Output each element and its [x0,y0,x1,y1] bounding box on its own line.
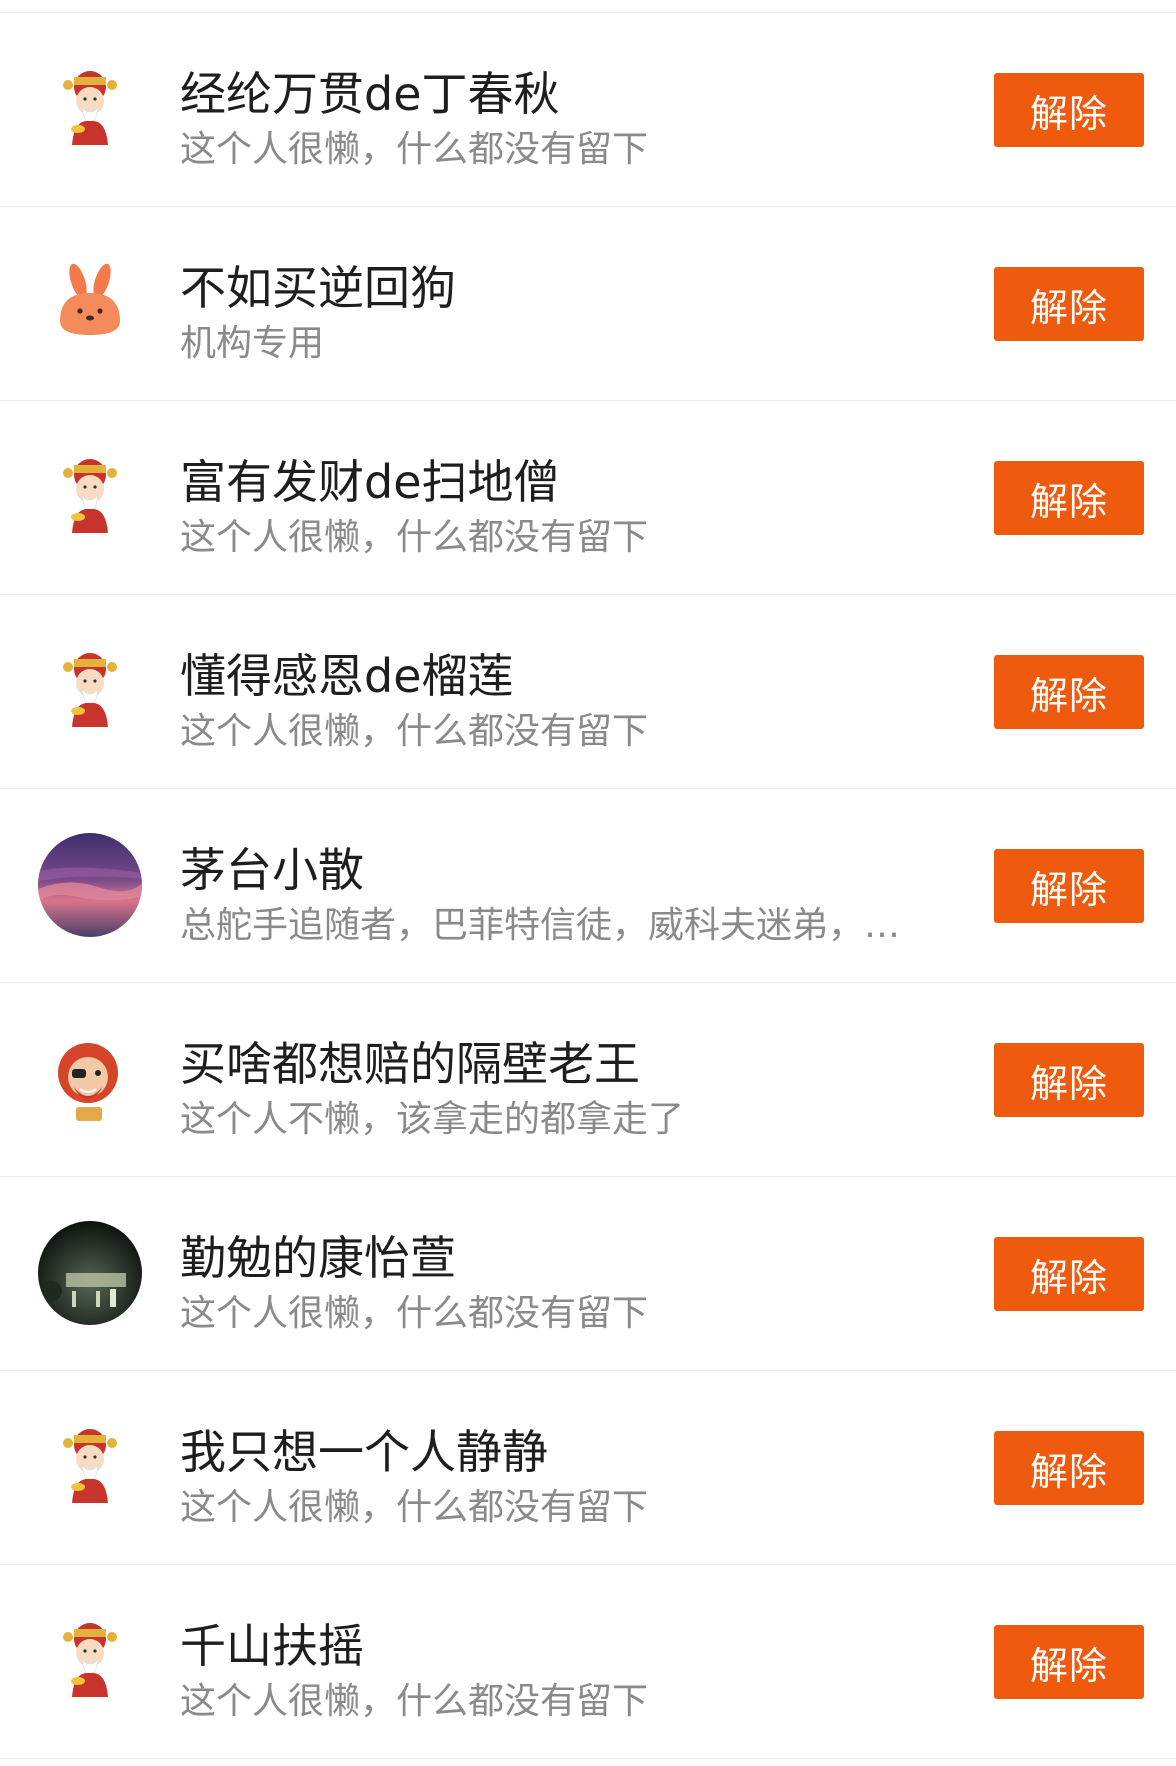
pirate-cartoon-avatar[interactable] [38,1027,142,1131]
blocked-user-row[interactable]: 茅台小散总舵手追随者，巴菲特信徒，威科夫迷弟，… 解除 [0,789,1176,983]
user-name[interactable]: 勤勉的康怡萱 [180,1229,456,1287]
unblock-button[interactable]: 解除 [994,1237,1144,1311]
user-name[interactable]: 千山扶摇 [180,1617,364,1675]
user-bio: 总舵手追随者，巴菲特信徒，威科夫迷弟，… [180,905,901,946]
unblock-button[interactable]: 解除 [994,267,1144,341]
user-name[interactable]: 富有发财de扫地僧 [180,453,560,511]
user-bio: 这个人很懒，什么都没有留下 [180,711,649,752]
fortune-god-avatar[interactable] [38,445,142,549]
bunny-avatar[interactable] [38,251,142,355]
unblock-button[interactable]: 解除 [994,73,1144,147]
unblock-button[interactable]: 解除 [994,461,1144,535]
fortune-god-avatar[interactable] [38,1609,142,1713]
user-bio: 这个人很懒，什么都没有留下 [180,517,649,558]
blocked-user-row[interactable]: 懂得感恩de榴莲这个人很懒，什么都没有留下 解除 [0,595,1176,789]
user-name[interactable]: 我只想一个人静静 [180,1423,548,1481]
unblock-button[interactable]: 解除 [994,655,1144,729]
blocked-user-row[interactable]: 千山扶摇这个人很懒，什么都没有留下 解除 [0,1565,1176,1759]
unblock-button[interactable]: 解除 [994,1043,1144,1117]
blocked-user-row[interactable]: 不如买逆回狗机构专用 解除 [0,207,1176,401]
user-name[interactable]: 懂得感恩de榴莲 [180,647,514,705]
user-name[interactable]: 茅台小散 [180,841,364,899]
user-name[interactable]: 买啥都想赔的隔壁老王 [180,1035,640,1093]
fortune-god-avatar[interactable] [38,1415,142,1519]
user-name[interactable]: 经纶万贯de丁春秋 [180,65,560,123]
user-bio: 这个人不懒，该拿走的都拿走了 [180,1099,685,1140]
user-bio: 这个人很懒，什么都没有留下 [180,1681,649,1722]
top-divider [0,0,1176,13]
blocked-user-row[interactable]: 经纶万贯de丁春秋这个人很懒，什么都没有留下 解除 [0,13,1176,207]
unblock-button[interactable]: 解除 [994,1431,1144,1505]
sunset-photo-avatar[interactable] [38,833,142,937]
night-photo-avatar[interactable] [38,1221,142,1325]
blocked-user-row[interactable]: 富有发财de扫地僧这个人很懒，什么都没有留下 解除 [0,401,1176,595]
unblock-button[interactable]: 解除 [994,849,1144,923]
fortune-god-avatar[interactable] [38,57,142,161]
user-bio: 这个人很懒，什么都没有留下 [180,1293,649,1334]
blocked-user-row[interactable]: 勤勉的康怡萱这个人很懒，什么都没有留下 解除 [0,1177,1176,1371]
user-bio: 机构专用 [180,323,325,364]
blocked-users-list: 经纶万贯de丁春秋 这个人很懒，什么都没有留下 解除 不如买逆回狗 机构专用 解除 富有… [0,0,1176,1759]
user-name[interactable]: 不如买逆回狗 [180,259,456,317]
fortune-god-avatar[interactable] [38,639,142,743]
blocked-user-row[interactable]: 买啥都想赔的隔壁老王这个人不懒，该拿走的都拿走了 解除 [0,983,1176,1177]
blocked-user-row[interactable]: 我只想一个人静静这个人很懒，什么都没有留下 解除 [0,1371,1176,1565]
unblock-button[interactable]: 解除 [994,1625,1144,1699]
user-bio: 这个人很懒，什么都没有留下 [180,129,649,170]
user-bio: 这个人很懒，什么都没有留下 [180,1487,649,1528]
